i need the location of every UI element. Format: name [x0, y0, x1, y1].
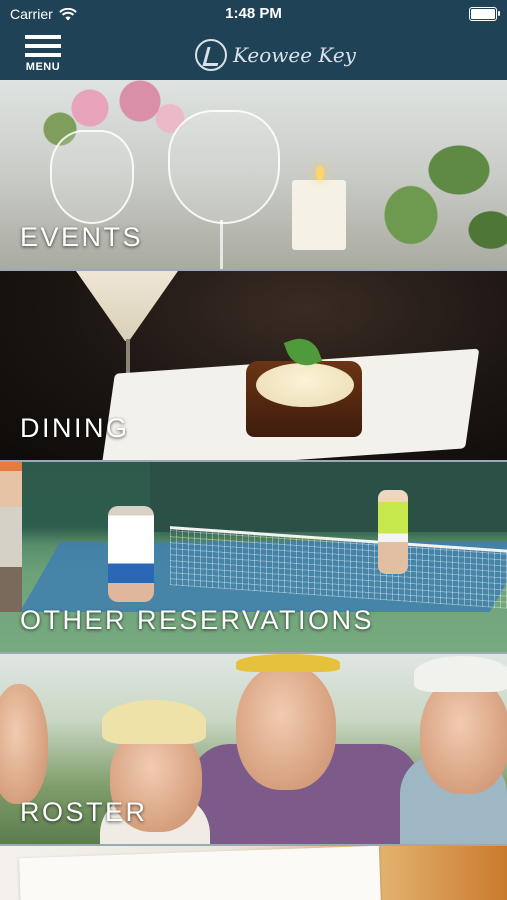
cap-image	[236, 654, 340, 672]
player-image	[378, 490, 408, 574]
face-image	[420, 676, 507, 794]
tile-partial[interactable]	[0, 846, 507, 900]
player-image	[0, 462, 22, 612]
fence-image	[150, 462, 507, 532]
player-image	[108, 506, 154, 602]
tile-roster[interactable]: ROSTER	[0, 654, 507, 846]
martini-glass-image	[76, 271, 178, 341]
status-time: 1:48 PM	[225, 5, 282, 22]
nav-bar: MENU Keowee Key	[0, 30, 507, 80]
menu-label: MENU	[25, 61, 61, 73]
menu-button[interactable]: MENU	[20, 33, 66, 77]
face-image	[236, 664, 336, 790]
face-image	[0, 684, 48, 804]
hamburger-icon	[25, 35, 61, 39]
hamburger-icon-bar	[25, 44, 61, 48]
cream-topping	[256, 363, 354, 407]
cap-image	[414, 656, 507, 692]
glass-stem	[220, 220, 223, 269]
logo-text: Keowee Key	[233, 43, 356, 67]
battery-icon	[469, 7, 500, 21]
candle-flame	[316, 166, 324, 180]
tile-label-dining: DINING	[20, 413, 130, 443]
tile-events[interactable]: EVENTS	[0, 80, 507, 271]
logo-emblem-icon	[195, 39, 227, 71]
greenery-image	[347, 110, 507, 260]
tile-other-reservations[interactable]: OTHER RESERVATIONS	[0, 462, 507, 654]
document-image	[19, 846, 381, 900]
status-bar: Carrier 1:48 PM	[0, 0, 507, 30]
tile-dining[interactable]: DINING	[0, 271, 507, 462]
tile-label-other-reservations: OTHER RESERVATIONS	[20, 605, 375, 635]
club-logo: Keowee Key	[195, 36, 356, 74]
tile-label-events: EVENTS	[20, 222, 144, 252]
wine-glass-image	[50, 130, 134, 224]
hamburger-icon-bar	[25, 53, 61, 57]
cap-image	[102, 700, 206, 744]
wine-glass-image	[168, 110, 280, 224]
tile-label-roster: ROSTER	[20, 797, 148, 827]
candle-image	[292, 180, 346, 250]
